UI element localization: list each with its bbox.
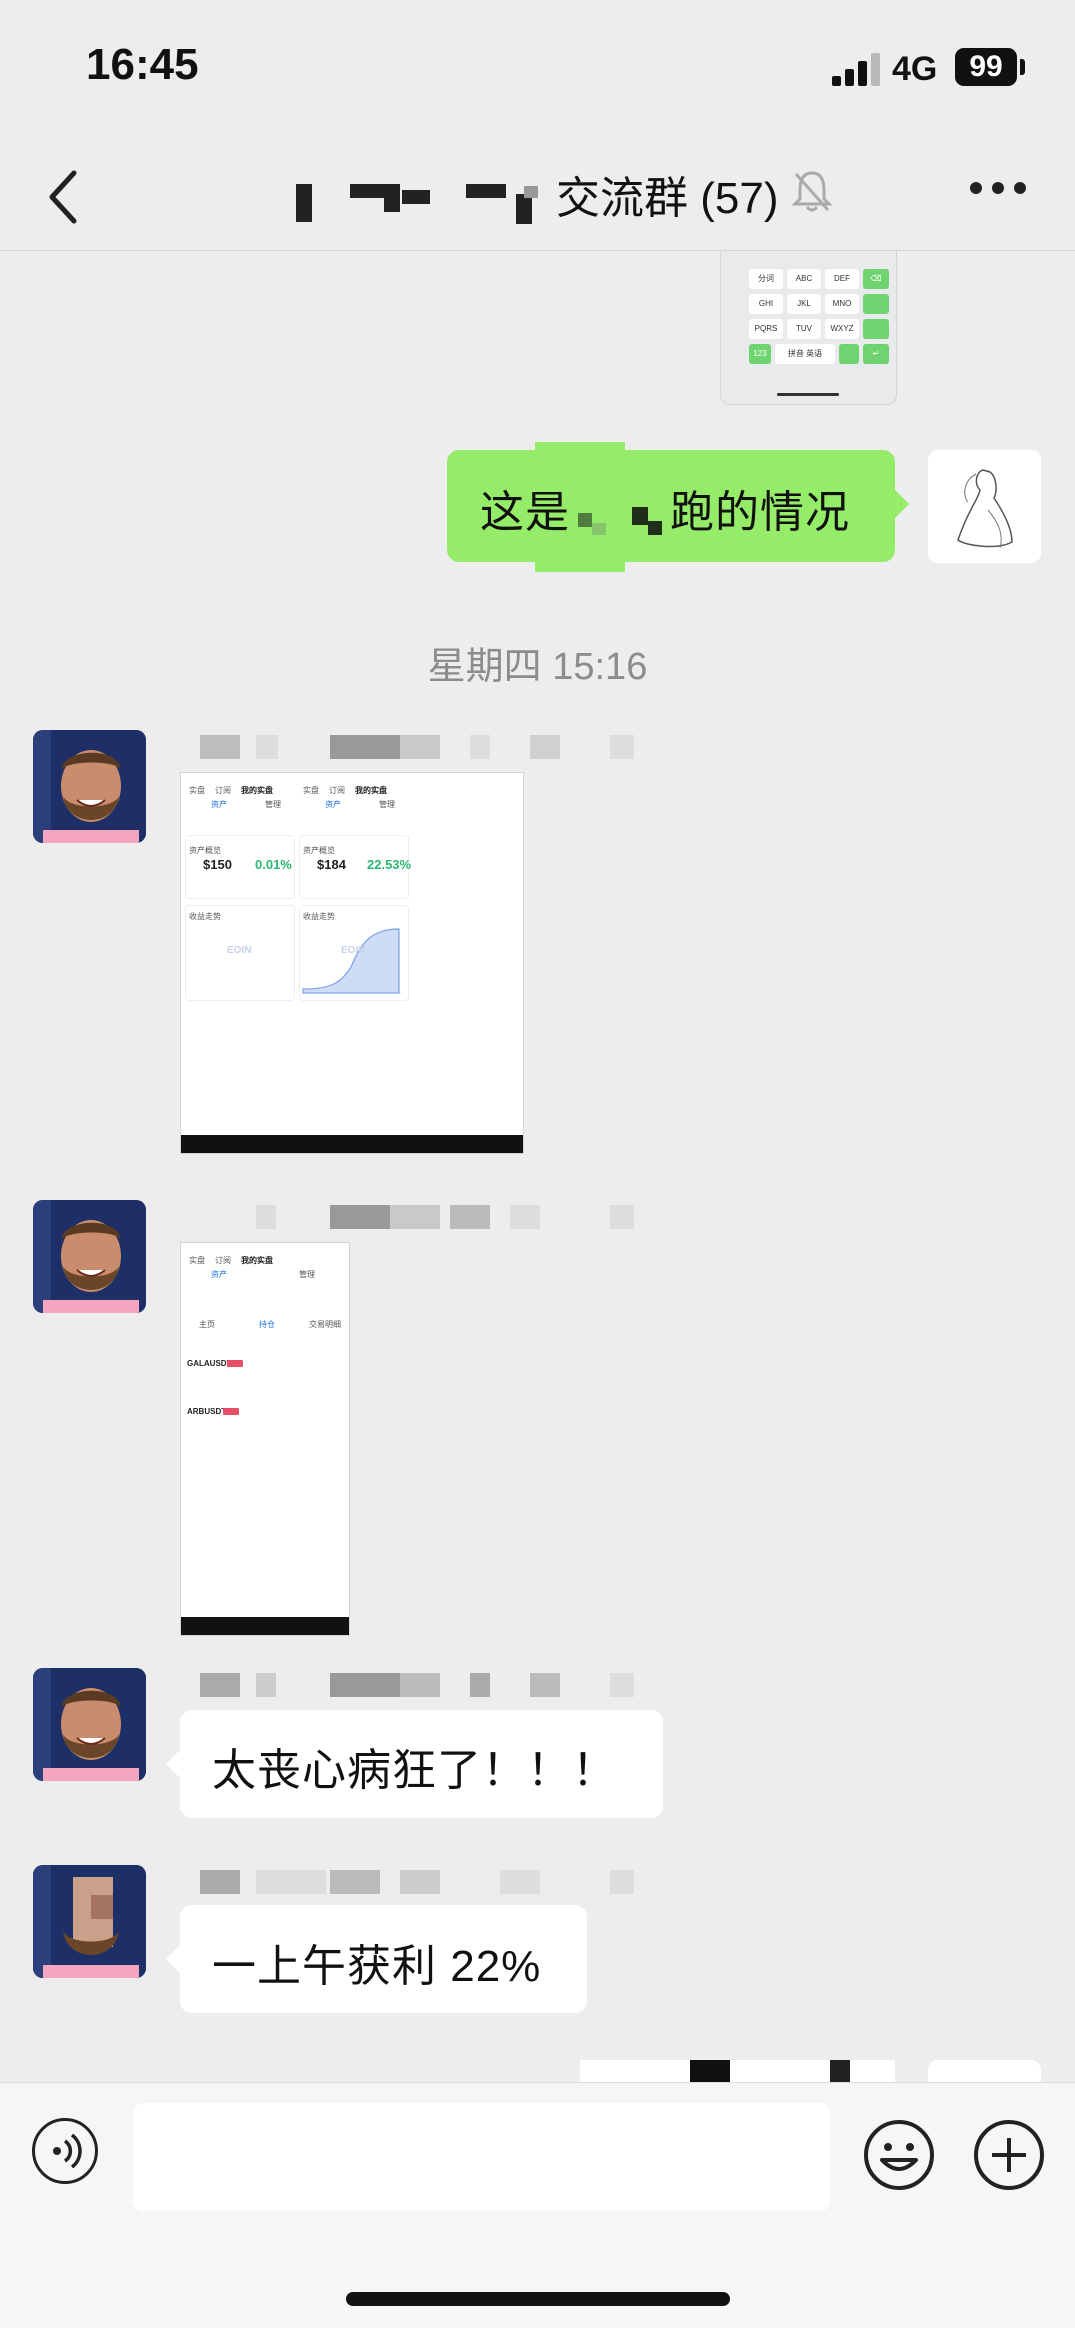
kb-key: PQRS [749, 319, 783, 339]
shot-total: $184 [317, 857, 346, 872]
chat-image-positions-screen[interactable]: 实盘 订阅 我的实盘 资产 管理 主页 持仓 交易明细 GALAUSDT ARB… [180, 1242, 350, 1636]
received-message-text: 一上午获利 22% [212, 1942, 542, 1991]
voice-icon [53, 2133, 82, 2169]
redacted-mosaic [570, 495, 670, 536]
kb-delete-key: ⌫ [863, 269, 889, 289]
shot-section: 交易明细 [309, 1320, 341, 1329]
shot-tab: 订阅 [329, 786, 345, 795]
status-time: 16:45 [86, 40, 199, 89]
kb-key: WXYZ [825, 319, 859, 339]
shot-return: 0.01% [255, 857, 292, 872]
shot-tag [223, 1408, 239, 1415]
received-message-text: 太丧心病狂了！！！ [212, 1746, 617, 1795]
shot-tab: 实盘 [189, 786, 205, 795]
shot-tab: 实盘 [189, 1256, 205, 1265]
shot-return-curve [302, 928, 400, 994]
shot-tab: 我的实盘 [355, 786, 387, 795]
kb-green-key [863, 294, 889, 314]
kb-key: 123 [749, 344, 771, 364]
shot-section: 持仓 [259, 1320, 275, 1329]
shot-pair: ARBUSDT [187, 1407, 227, 1416]
network-type: 4G [892, 50, 938, 88]
shot-tag [227, 1360, 243, 1367]
kb-green-key [839, 344, 859, 364]
sent-text-part: 跑的情况 [670, 488, 850, 537]
redacted-sender-name [200, 735, 700, 759]
partial-sent-image [580, 2060, 895, 2082]
kb-key: TUV [787, 319, 821, 339]
emoji-icon[interactable] [862, 2118, 936, 2192]
redacted-sender-name [200, 1870, 700, 1894]
shot-subtab: 管理 [299, 1270, 315, 1279]
shot-subtab: 管理 [379, 800, 395, 809]
more-options-icon[interactable] [970, 182, 1030, 198]
chat-image-trading-screens[interactable]: 实盘 订阅 我的实盘 资产 管理 资产概览 $150 0.01% 收益走势 EO… [180, 772, 524, 1154]
shot-phone-navbar [181, 1617, 349, 1635]
signal-strength-icon [832, 52, 882, 86]
kb-key: JKL [787, 294, 821, 314]
shot-total: $150 [203, 857, 232, 872]
shot-return: 22.53% [367, 857, 412, 872]
shot-label: 资产概览 [189, 846, 221, 855]
back-icon[interactable] [44, 167, 84, 227]
shot-tab: 我的实盘 [241, 786, 273, 795]
plus-icon[interactable] [972, 2118, 1046, 2192]
message-input[interactable] [133, 2103, 830, 2211]
sender-avatar[interactable] [33, 1668, 146, 1781]
shot-tab: 订阅 [215, 1256, 231, 1265]
my-avatar[interactable] [928, 450, 1041, 563]
shot-subtab: 管理 [265, 800, 281, 809]
shot-tab: 订阅 [215, 786, 231, 795]
shot-subtab: 资产 [211, 800, 227, 809]
shot-section: 主页 [199, 1320, 215, 1329]
shot-tab: 我的实盘 [241, 1256, 273, 1265]
timestamp: 星期四 15:16 [427, 646, 648, 688]
sender-avatar[interactable] [33, 1865, 146, 1978]
kb-key: 拼音 英语 [775, 344, 835, 364]
redacted-sender-name [200, 1673, 700, 1697]
sent-text-part: 这是 [480, 488, 570, 537]
shot-subtab: 资产 [211, 1270, 227, 1279]
shot-watermark: EOIN [341, 945, 366, 956]
voice-input-button[interactable] [32, 2118, 98, 2184]
shot-pair: GALAUSDT [187, 1359, 232, 1368]
kb-key: ABC [787, 269, 821, 289]
sender-avatar[interactable] [33, 730, 146, 843]
kb-home-bar [777, 393, 839, 396]
redacted-title-mosaic [290, 170, 552, 226]
home-indicator [346, 2292, 730, 2306]
chat-title: 交流群 (57) [556, 174, 779, 223]
battery-icon: 99 [955, 48, 1017, 86]
shot-subtab: 资产 [325, 800, 341, 809]
kb-green-key [863, 319, 889, 339]
kb-enter-key: ↵ [863, 344, 889, 364]
shot-label: 资产概览 [303, 846, 335, 855]
shot-tab: 实盘 [303, 786, 319, 795]
shot-watermark: EOIN [227, 945, 252, 956]
kb-key: MNO [825, 294, 859, 314]
kb-key: 分词 [749, 269, 783, 289]
battery-tip [1020, 59, 1025, 75]
shot-phone-navbar [181, 1135, 523, 1153]
kb-key: GHI [749, 294, 783, 314]
sender-avatar[interactable] [33, 1200, 146, 1313]
shot-label: 收益走势 [303, 912, 335, 921]
partial-my-avatar [928, 2060, 1041, 2082]
shot-label: 收益走势 [189, 912, 221, 921]
kb-key: DEF [825, 269, 859, 289]
keyboard-screenshot-image[interactable]: 分词 ABC DEF ⌫ GHI JKL MNO PQRS TUV WXYZ 1… [720, 250, 897, 405]
sent-message-text: 这是 跑的情况 [480, 476, 850, 540]
redacted-sender-name [200, 1205, 700, 1229]
mute-bell-icon [791, 171, 833, 212]
